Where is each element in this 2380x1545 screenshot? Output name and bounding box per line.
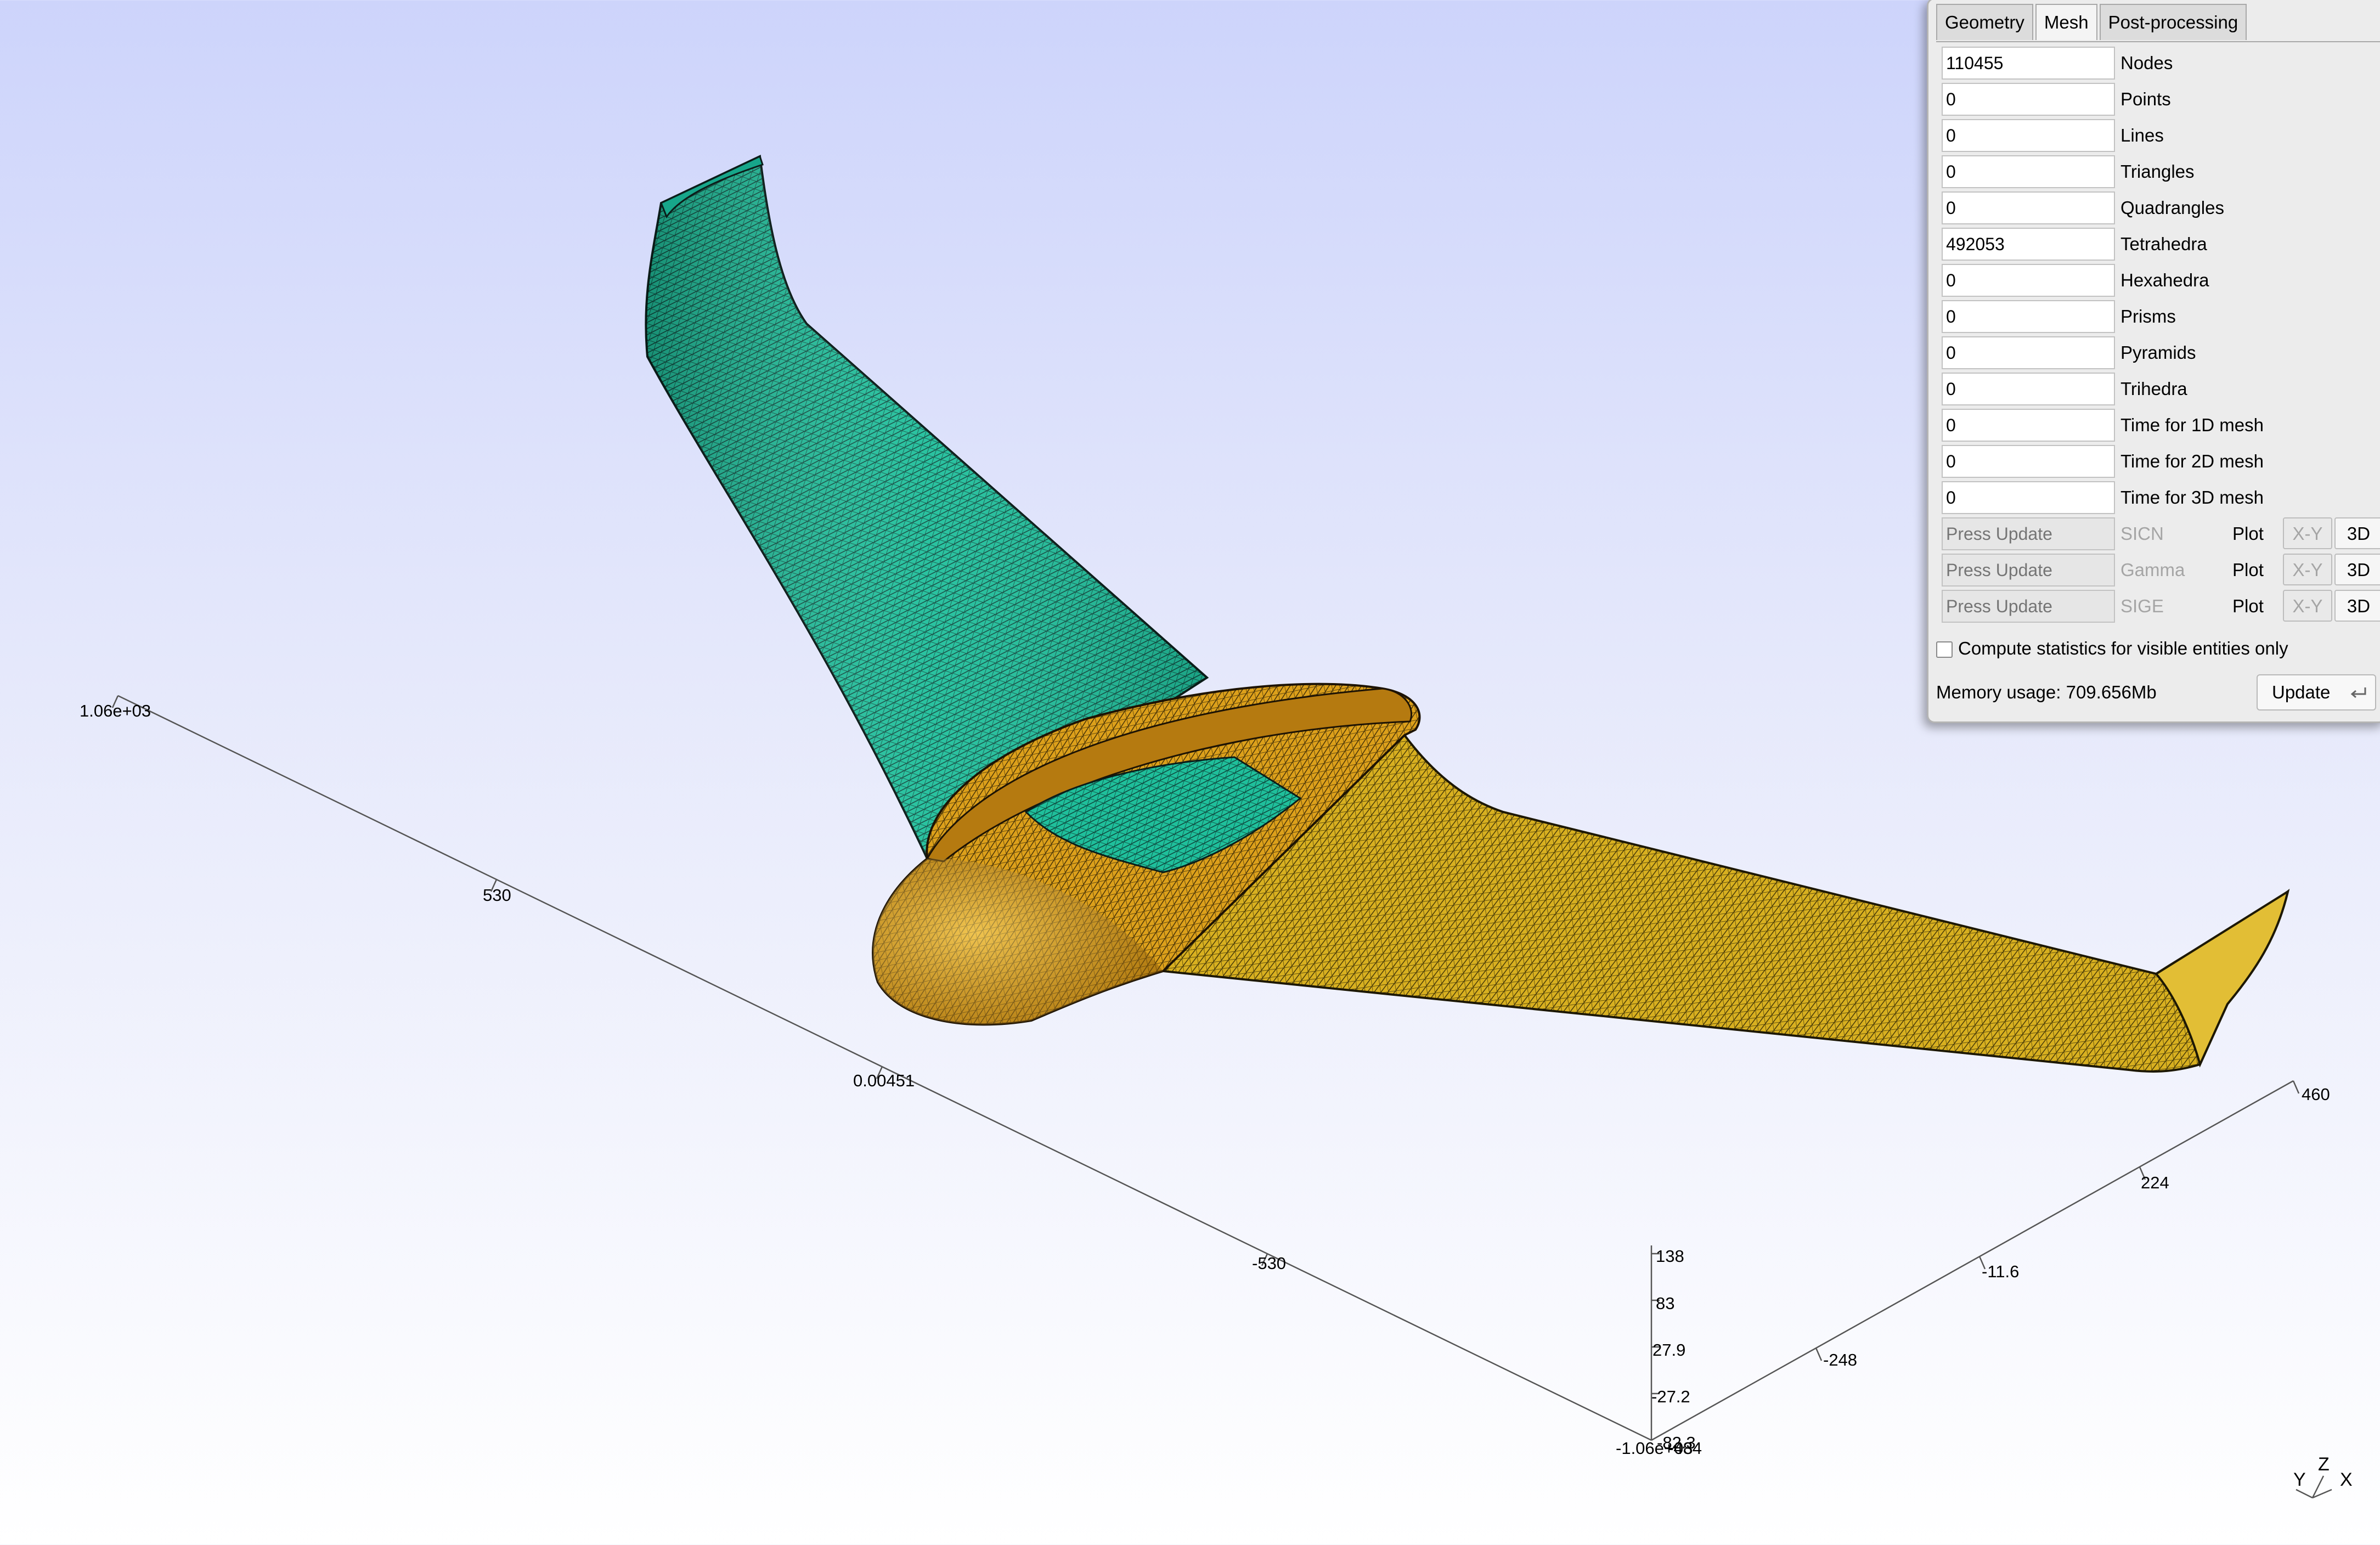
stat-row-hexahedra: Hexahedra [1942, 262, 2380, 298]
tab-mesh[interactable]: Mesh [2035, 4, 2097, 40]
stat-row-tetrahedra: Tetrahedra [1942, 225, 2380, 262]
tab-post-processing[interactable]: Post-processing [2099, 4, 2247, 40]
orientation-triad: Z Y X [2293, 1454, 2353, 1499]
trihedra-field[interactable] [1942, 373, 2115, 405]
z-tick-label: 27.9 [1653, 1340, 1685, 1360]
points-field[interactable] [1942, 83, 2115, 116]
stat-label: Time for 3D mesh [2120, 487, 2264, 508]
time-1d-field[interactable] [1942, 409, 2115, 442]
triad-y-label: Y [2293, 1469, 2306, 1490]
stat-row-points: Points [1942, 81, 2380, 117]
y-axis-line [1651, 1080, 2294, 1441]
visible-only-checkbox[interactable] [1936, 641, 1953, 658]
plot-xy-button: X-Y [2283, 517, 2332, 549]
lines-field[interactable] [1942, 119, 2115, 152]
memory-usage: Memory usage: 709.656Mb [1936, 682, 2157, 702]
update-button[interactable]: Update [2257, 674, 2376, 711]
visible-only-label: Compute statistics for visible entities … [1958, 638, 2288, 658]
sicn-field [1942, 517, 2115, 550]
y-tick-label: 460 [2302, 1085, 2330, 1104]
quadrangles-field[interactable] [1942, 191, 2115, 224]
x-tick-label: 530 [483, 886, 511, 905]
stat-row-pyramids: Pyramids [1942, 334, 2380, 370]
quality-measure-label: Gamma [2120, 560, 2185, 580]
quality-measure-label: SICN [2120, 523, 2164, 544]
pyramids-field[interactable] [1942, 336, 2115, 369]
stat-row-quadrangles: Quadrangles [1942, 189, 2380, 225]
visible-only-option[interactable]: Compute statistics for visible entities … [1936, 635, 2288, 662]
quality-row-sige: SIGE Plot X-Y 3D [1942, 588, 2380, 624]
prisms-field[interactable] [1942, 300, 2115, 333]
plot-xy-button: X-Y [2283, 590, 2332, 622]
nodes-field[interactable] [1942, 47, 2115, 80]
return-key-icon [2350, 687, 2366, 698]
y-tick-label: 224 [2141, 1173, 2169, 1192]
stat-label: Quadrangles [2120, 198, 2224, 218]
plot-label: Plot [2232, 596, 2264, 616]
z-tick-label: 138 [1656, 1247, 1684, 1266]
stat-label: Hexahedra [2120, 270, 2209, 290]
stat-label: Points [2120, 89, 2171, 109]
hexahedra-field[interactable] [1942, 264, 2115, 297]
stat-label: Lines [2120, 125, 2164, 145]
triangles-field[interactable] [1942, 155, 2115, 188]
x-tick-label: 1.06e+03 [80, 701, 151, 720]
stat-row-lines: Lines [1942, 117, 2380, 153]
tab-geometry[interactable]: Geometry [1936, 4, 2033, 40]
stat-label: Nodes [2120, 53, 2173, 73]
time-2d-field[interactable] [1942, 445, 2115, 478]
y-tick-label: -11.6 [1982, 1262, 2019, 1281]
stat-row-prisms: Prisms [1942, 298, 2380, 334]
plot-label: Plot [2232, 523, 2264, 544]
update-button-label: Update [2272, 682, 2331, 702]
z-tick-label: 83 [1656, 1294, 1674, 1313]
plot-label: Plot [2232, 560, 2264, 580]
tetrahedra-field[interactable] [1942, 228, 2115, 261]
triad-z-label: Z [2318, 1454, 2330, 1475]
stat-label: Time for 1D mesh [2120, 415, 2264, 435]
stat-row-triangles: Triangles [1942, 153, 2380, 189]
x-tick-label: -530 [1252, 1254, 1286, 1273]
plot-3d-button[interactable]: 3D [2334, 517, 2380, 549]
origin-label-y: -484 [1668, 1439, 1702, 1458]
quality-row-gamma: Gamma Plot X-Y 3D [1942, 551, 2380, 588]
panel-tabs: Geometry Mesh Post-processing [1936, 4, 2249, 41]
stat-label: Time for 2D mesh [2120, 451, 2264, 471]
stat-row-time-1d: Time for 1D mesh [1942, 407, 2380, 443]
gamma-field [1942, 554, 2115, 587]
mesh-stats-body: Nodes Points Lines Triangles Quadrangles… [1936, 41, 2380, 623]
x-tick-label: 0.00451 [853, 1071, 915, 1090]
quality-row-sicn: SICN Plot X-Y 3D [1942, 515, 2380, 551]
stat-label: Triangles [2120, 161, 2195, 182]
y-tick-label: -248 [1823, 1350, 1857, 1369]
z-tick-label: -27.2 [1651, 1387, 1690, 1406]
time-3d-field[interactable] [1942, 481, 2115, 514]
stat-row-nodes: Nodes [1942, 44, 2380, 81]
quality-measure-label: SIGE [2120, 596, 2164, 616]
stat-row-time-3d: Time for 3D mesh [1942, 479, 2380, 515]
sige-field [1942, 590, 2115, 623]
triad-x-label: X [2340, 1469, 2353, 1490]
plot-3d-button[interactable]: 3D [2334, 554, 2380, 585]
stat-label: Prisms [2120, 306, 2176, 326]
statistics-panel: Geometry Mesh Post-processing Nodes Poin… [1927, 0, 2380, 723]
plot-3d-button[interactable]: 3D [2334, 590, 2380, 622]
stat-row-time-2d: Time for 2D mesh [1942, 443, 2380, 479]
stat-label: Pyramids [2120, 342, 2196, 363]
plot-xy-button: X-Y [2283, 554, 2332, 585]
stat-label: Tetrahedra [2120, 234, 2207, 254]
stat-row-trihedra: Trihedra [1942, 370, 2380, 407]
stat-label: Trihedra [2120, 379, 2187, 399]
